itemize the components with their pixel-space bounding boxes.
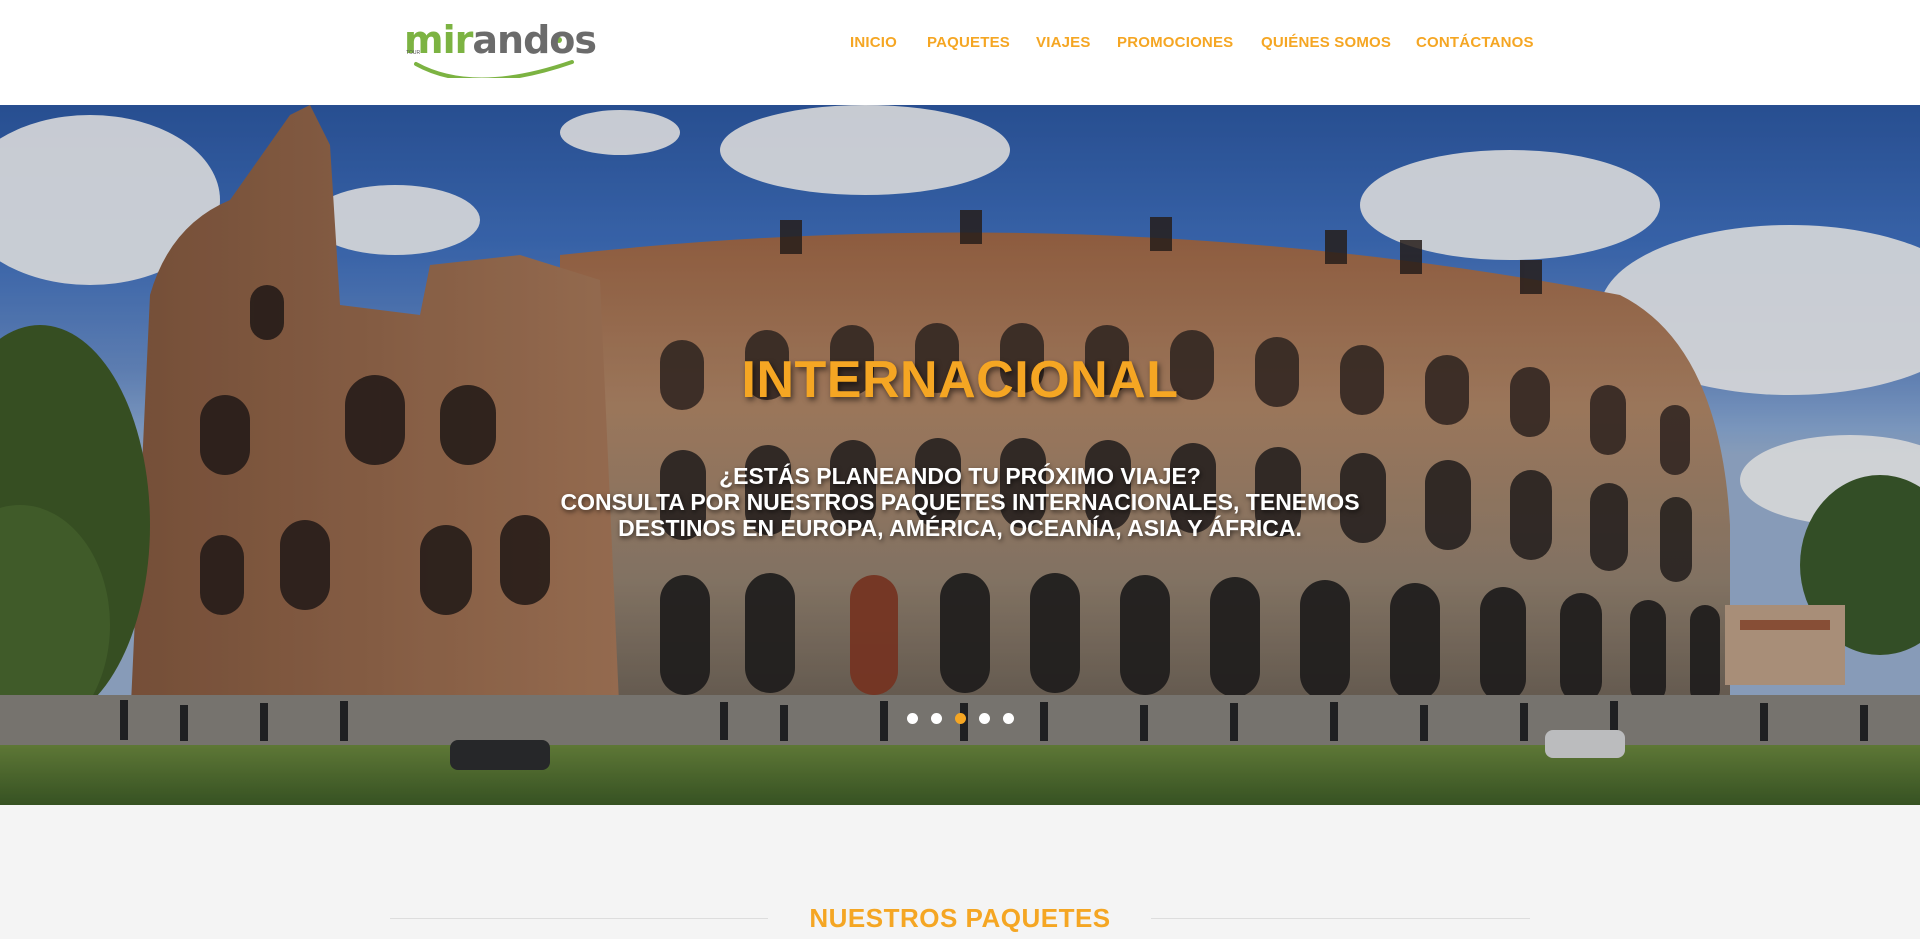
nav-item-viajes[interactable]: VIAJES <box>1036 34 1091 51</box>
section-title: NUESTROS PAQUETES <box>809 903 1111 933</box>
slider-dot-4[interactable] <box>978 713 990 724</box>
main-nav: INICIO PAQUETES VIAJES PROMOCIONES QUIÉN… <box>0 34 1920 56</box>
hero-slider: INTERNACIONAL ¿ESTÁS PLANEANDO TU PRÓXIM… <box>0 105 1920 805</box>
hero-overlay <box>0 105 1920 805</box>
nav-item-quienes-somos[interactable]: QUIÉNES SOMOS <box>1261 34 1391 51</box>
nav-item-paquetes[interactable]: PAQUETES <box>927 34 1010 51</box>
slider-dot-2[interactable] <box>930 713 942 724</box>
slider-dot-5[interactable] <box>1002 713 1014 724</box>
hero-subtitle-line: DESTINOS EN EUROPA, AMÉRICA, OCEANÍA, AS… <box>618 515 1302 541</box>
slider-dot-3[interactable] <box>954 713 966 724</box>
site-header: mirandos TOUR INICIO PAQUETES VIAJES PRO… <box>0 0 1920 105</box>
hero-subtitle-line: ¿ESTÁS PLANEANDO TU PRÓXIMO VIAJE? <box>719 463 1201 489</box>
nav-item-promociones[interactable]: PROMOCIONES <box>1117 34 1233 51</box>
nav-item-inicio[interactable]: INICIO <box>850 34 897 51</box>
hero-subtitle: ¿ESTÁS PLANEANDO TU PRÓXIMO VIAJE? CONSU… <box>510 463 1410 541</box>
hero-title: INTERNACIONAL <box>741 351 1179 409</box>
nav-item-contactanos[interactable]: CONTÁCTANOS <box>1416 34 1534 51</box>
slider-dot-1[interactable] <box>906 713 918 724</box>
slider-pagination <box>0 713 1920 727</box>
hero-subtitle-line: CONSULTA POR NUESTROS PAQUETES INTERNACI… <box>560 489 1360 515</box>
